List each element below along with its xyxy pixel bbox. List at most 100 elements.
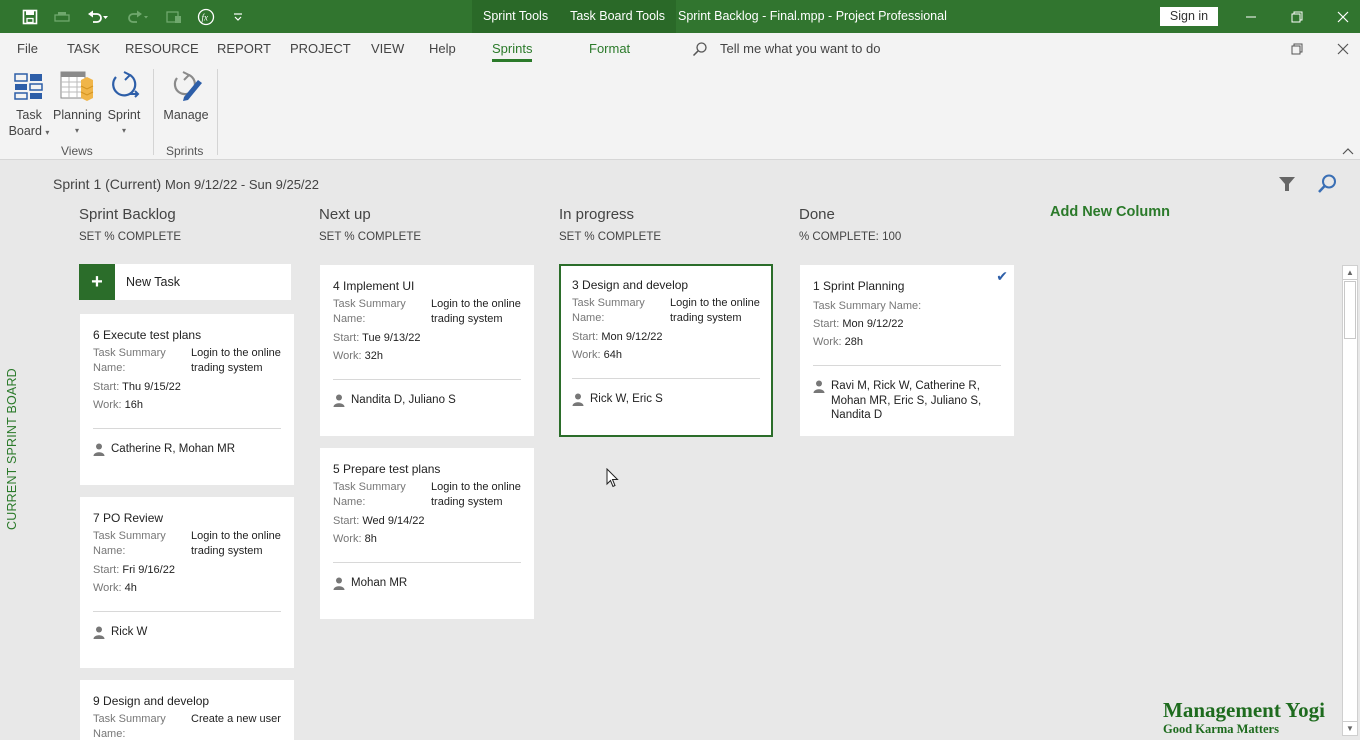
card-summary-row: Task Summary Name: [813, 300, 922, 312]
task-card[interactable]: 6 Execute test plans Task Summary Name: L… [80, 314, 294, 485]
add-new-column-button[interactable]: Add New Column [1050, 204, 1170, 220]
chevron-up-icon [1342, 148, 1354, 155]
person-icon [93, 443, 105, 456]
card-summary-row: Task Summary Name: Login to the online tr… [93, 530, 281, 557]
svg-text:fx: fx [202, 12, 209, 22]
new-task-button[interactable]: + New Task [79, 264, 291, 300]
column-header-sprint-backlog: Sprint Backlog SET % COMPLETE [79, 205, 181, 243]
ribbon: Task Board ▾ Planning ▾ Sprint ▾ Views M… [0, 65, 1360, 160]
card-resources: Nandita D, Juliano S [333, 393, 521, 420]
context-tab-sprint-tools: Sprint Tools [483, 9, 549, 23]
column-name[interactable]: Done [799, 205, 901, 225]
context-tab-task-board-tools: Task Board Tools [570, 9, 666, 23]
card-start: Start: Wed 9/14/22 [333, 515, 425, 527]
tab-report[interactable]: REPORT [217, 33, 271, 65]
close-button[interactable] [1320, 0, 1360, 33]
manage-sprints-icon [169, 69, 203, 103]
ribbon-tabs: File TASK RESOURCE REPORT PROJECT VIEW H… [0, 33, 1360, 65]
card-title: 4 Implement UI [333, 279, 415, 293]
tell-me-search[interactable]: Tell me what you want to do [692, 33, 880, 65]
dropdown-caret-icon: ▾ [121, 126, 126, 135]
search-icon [692, 42, 707, 57]
contextual-tabs: Sprint Tools Task Board Tools [472, 0, 677, 33]
person-icon [333, 394, 345, 407]
task-board-label-2: Board [8, 124, 42, 138]
column-percent[interactable]: % COMPLETE: 100 [799, 231, 901, 243]
minimize-button[interactable] [1228, 0, 1274, 33]
column-percent[interactable]: SET % COMPLETE [319, 231, 421, 243]
card-title: 9 Design and develop [93, 694, 210, 708]
column-header-done: Done % COMPLETE: 100 [799, 205, 901, 243]
sprint-name: Sprint 1 (Current) [53, 176, 162, 192]
task-card[interactable]: 7 PO Review Task Summary Name: Login to t… [80, 497, 294, 668]
card-divider [333, 562, 521, 563]
column-name[interactable]: Next up [319, 205, 421, 225]
collapse-ribbon-button[interactable] [1342, 147, 1354, 158]
tab-resource[interactable]: RESOURCE [125, 33, 199, 65]
tab-file[interactable]: File [17, 33, 38, 65]
restore-document-button[interactable] [1282, 33, 1312, 65]
card-divider [333, 379, 521, 380]
current-sprint-board-label: CURRENT SPRINT BOARD [5, 368, 19, 530]
card-summary-row: Task Summary Name: Login to the online tr… [572, 297, 760, 324]
title-bar: fx Sprint Tools Task Board Tools Sprint … [0, 0, 1360, 33]
card-summary-row: Task Summary Name: Login to the online tr… [333, 481, 521, 508]
person-icon [572, 393, 584, 406]
tab-format[interactable]: Format [589, 33, 630, 65]
filter-icon[interactable] [1278, 175, 1296, 193]
group-separator [217, 69, 218, 155]
card-summary-value: Login to the online trading system [191, 347, 281, 374]
scroll-down-arrow-icon[interactable]: ▼ [1343, 721, 1357, 735]
card-divider [93, 611, 281, 612]
new-task-label: New Task [126, 275, 180, 289]
restore-button[interactable] [1274, 0, 1320, 33]
task-card-completed[interactable]: ✔ 1 Sprint Planning Task Summary Name: S… [800, 265, 1014, 436]
column-percent[interactable]: SET % COMPLETE [559, 231, 661, 243]
column-name[interactable]: Sprint Backlog [79, 205, 181, 225]
task-board-button[interactable]: Task Board ▾ [8, 69, 50, 141]
planning-button[interactable]: Planning ▾ [53, 69, 102, 139]
sign-in-button[interactable]: Sign in [1160, 7, 1218, 26]
vertical-scrollbar[interactable]: ▲ ▼ [1342, 265, 1358, 736]
tab-view[interactable]: VIEW [371, 33, 404, 65]
close-icon [1337, 11, 1349, 22]
card-summary-value: Create a new user [191, 713, 281, 725]
tab-task[interactable]: TASK [67, 33, 100, 65]
formula-icon[interactable]: fx [190, 0, 222, 33]
card-summary-value: Login to the online trading system [670, 297, 760, 324]
card-resources: Catherine R, Mohan MR [93, 442, 281, 469]
column-name[interactable]: In progress [559, 205, 661, 225]
person-icon [333, 577, 345, 590]
card-divider [572, 378, 760, 379]
sprint-icon [107, 69, 141, 103]
undo-icon[interactable] [78, 0, 118, 33]
window-title: Sprint Backlog - Final.mpp - Project Pro… [678, 9, 947, 23]
task-card[interactable]: 9 Design and develop Task Summary Name: C… [80, 680, 294, 740]
close-document-button[interactable] [1328, 33, 1358, 65]
redo-icon [118, 0, 158, 33]
tab-help[interactable]: Help [429, 33, 456, 65]
manage-sprints-button[interactable]: Manage [160, 69, 212, 123]
sprint-button[interactable]: Sprint ▾ [104, 69, 144, 139]
watermark-subtitle: Good Karma Matters [1163, 722, 1279, 736]
tab-sprints[interactable]: Sprints [492, 33, 533, 65]
task-card[interactable]: 4 Implement UI Task Summary Name: Login t… [320, 265, 534, 436]
plus-icon: + [79, 264, 115, 300]
customize-qat-icon[interactable] [222, 0, 254, 33]
tab-project[interactable]: PROJECT [290, 33, 351, 65]
tell-me-placeholder: Tell me what you want to do [720, 41, 881, 56]
task-card-selected[interactable]: 3 Design and develop Task Summary Name: L… [559, 264, 773, 437]
column-percent[interactable]: SET % COMPLETE [79, 231, 181, 243]
sprint-dates: Mon 9/12/22 - Sun 9/25/22 [165, 177, 319, 192]
card-summary-row: Task Summary Name: Login to the online tr… [93, 347, 281, 374]
publish-icon [46, 0, 78, 33]
person-icon [93, 626, 105, 639]
scroll-up-arrow-icon[interactable]: ▲ [1343, 266, 1357, 280]
board-search-icon[interactable] [1316, 173, 1338, 195]
save-icon[interactable] [14, 0, 46, 33]
task-card[interactable]: 5 Prepare test plans Task Summary Name: L… [320, 448, 534, 619]
card-work: Work: 28h [813, 336, 863, 348]
scrollbar-thumb[interactable] [1344, 281, 1356, 339]
group-separator [153, 69, 154, 155]
close-icon [1337, 43, 1349, 55]
